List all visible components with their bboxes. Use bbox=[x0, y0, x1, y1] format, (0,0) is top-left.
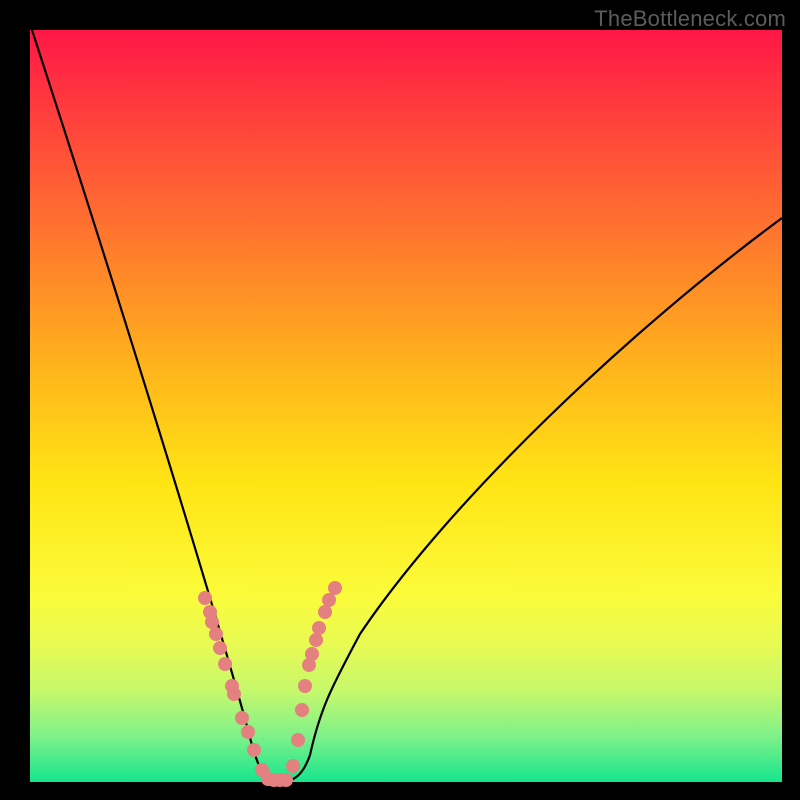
curve-right-branch bbox=[288, 218, 782, 780]
data-point bbox=[286, 759, 300, 773]
data-point bbox=[312, 621, 326, 635]
data-point bbox=[279, 773, 293, 787]
data-point bbox=[291, 733, 305, 747]
data-point bbox=[205, 615, 219, 629]
data-point bbox=[213, 641, 227, 655]
watermark-text: TheBottleneck.com bbox=[594, 6, 786, 32]
data-point bbox=[302, 658, 316, 672]
plot-area bbox=[30, 30, 782, 782]
dots-group bbox=[198, 581, 342, 787]
chart-svg bbox=[30, 30, 782, 782]
chart-frame: TheBottleneck.com bbox=[0, 0, 800, 800]
data-point bbox=[318, 605, 332, 619]
data-point bbox=[218, 657, 232, 671]
data-point bbox=[247, 743, 261, 757]
data-point bbox=[198, 591, 212, 605]
curve-left-branch bbox=[32, 30, 270, 779]
data-point bbox=[227, 687, 241, 701]
data-point bbox=[241, 725, 255, 739]
data-point bbox=[328, 581, 342, 595]
data-point bbox=[209, 627, 223, 641]
data-point bbox=[235, 711, 249, 725]
data-point bbox=[295, 703, 309, 717]
data-point bbox=[322, 593, 336, 607]
data-point bbox=[309, 633, 323, 647]
data-point bbox=[298, 679, 312, 693]
